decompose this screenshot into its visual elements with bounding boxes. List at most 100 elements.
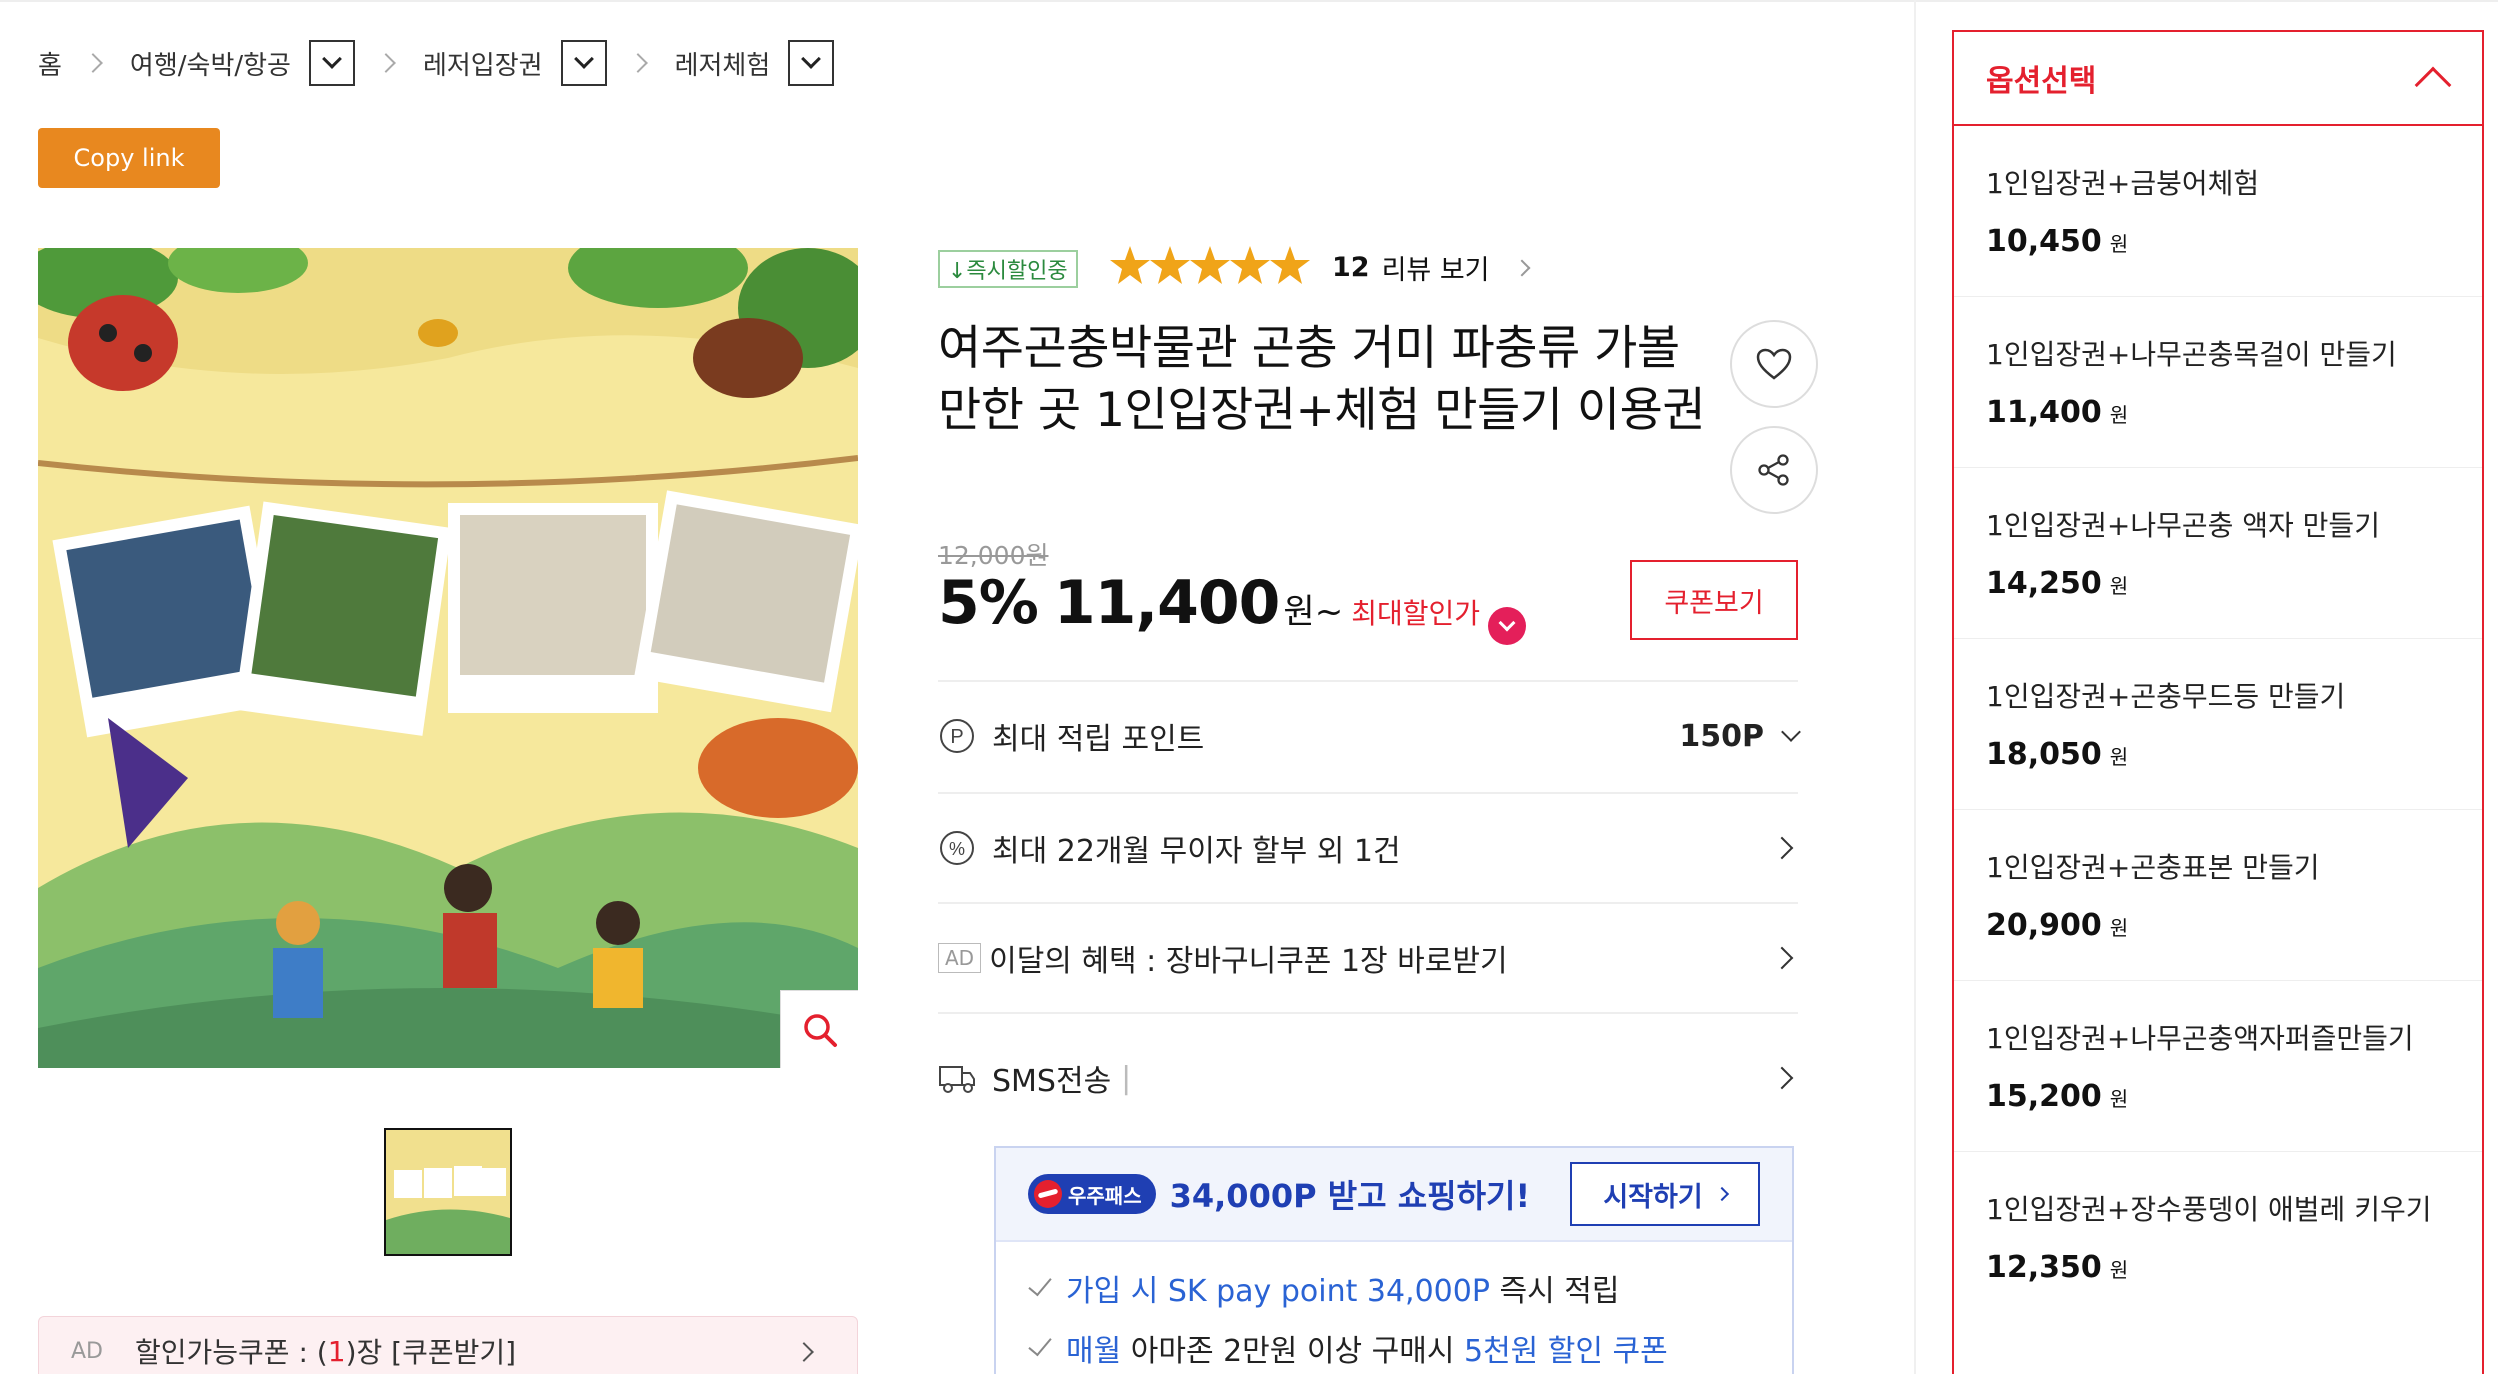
pass-benefit-1: 가입 시 SK pay point 34,000P 즉시 적립 [1026,1262,1792,1322]
monthly-benefit-row[interactable]: AD 이달의 혜택 : 장바구니쿠폰 1장 바로받기 [938,902,1798,1012]
option-price: 11,400 [1986,395,2102,430]
max-discount-toggle-icon[interactable] [1488,607,1527,645]
sms-row[interactable]: SMS전송 | [938,1012,1798,1142]
sms-label: SMS전송 [992,1064,1112,1099]
svg-text:%: % [949,839,965,859]
option-price: 20,900 [1986,908,2102,943]
pass-start-button[interactable]: 시작하기 [1570,1162,1760,1226]
pass-logo-icon [1034,1180,1062,1208]
sms-separator: | [1121,1060,1132,1096]
coupon-available-bar[interactable]: AD 할인가능쿠폰 : (1)장 [쿠폰받기] [38,1316,858,1374]
heart-icon [1756,348,1792,380]
share-button[interactable] [1730,426,1818,514]
ad-label: AD [71,1338,103,1364]
chevron-right-icon [1770,836,1794,860]
option-price-unit: 원 [2109,1258,2129,1282]
chevron-down-icon [801,49,822,69]
coupon-prefix: 할인가능쿠폰 : ( [135,1336,328,1369]
option-price: 10,450 [1986,224,2102,259]
pass-benefit-2-mid: 아마존 2만원 이상 구매시 [1121,1334,1464,1369]
point-icon: P [938,717,976,755]
option-price: 14,250 [1986,566,2102,601]
option-item[interactable]: 1인입장권+장수풍뎅이 애벌레 키우기 12,350 원 [1954,1152,2482,1323]
option-price-unit: 원 [2109,916,2129,940]
column-divider [1914,0,1916,1374]
option-item[interactable]: 1인입장권+나무곤충목걸이 만들기 11,400 원 [1954,297,2482,468]
installment-arrow [1770,836,1798,860]
chevron-up-icon [2414,66,2452,104]
option-name: 1인입장권+나무곤충목걸이 만들기 [1986,338,2397,371]
option-select-header[interactable]: 옵션선택 [1954,32,2482,126]
option-price-row: 14,250 원 [1986,566,2482,601]
review-label: 리뷰 보기 [1381,255,1490,286]
breadcrumb-home[interactable]: 홈 [38,45,62,82]
option-item[interactable]: 1인입장권+나무곤충액자퍼즐만들기 15,200 원 [1954,981,2482,1152]
chevron-right-icon [794,1342,814,1362]
zoom-button[interactable] [780,990,858,1068]
option-item[interactable]: 1인입장권+나무곤충 액자 만들기 14,250 원 [1954,468,2482,639]
review-link[interactable]: 12 리뷰 보기 [1332,248,1531,287]
installment-row[interactable]: % 최대 22개월 무이자 할부 외 1건 [938,792,1798,902]
original-price: 12,000원 [938,541,1049,570]
option-price: 15,200 [1986,1079,2102,1114]
option-price: 12,350 [1986,1250,2102,1285]
breadcrumb-category-1[interactable]: 여행/숙박/항공 [130,45,291,82]
product-main-image[interactable] [38,248,858,1068]
percent-icon: % [938,829,976,867]
pass-title: 34,000P 받고 쇼핑하기! [1169,1177,1531,1215]
check-icon [1028,1271,1052,1297]
option-name: 1인입장권+장수풍뎅이 애벌레 키우기 [1986,1193,2432,1226]
option-name: 1인입장권+금붕어체험 [1986,167,2260,200]
points-label: 최대 적립 포인트 [992,722,1205,757]
svg-text:P: P [950,726,963,748]
copy-link-button[interactable]: Copy link [38,128,220,188]
chevron-down-icon [1781,722,1801,742]
coupon-suffix: )장 [쿠폰받기] [345,1336,517,1369]
breadcrumb-category-2[interactable]: 레저입장권 [423,45,543,82]
points-row[interactable]: P 최대 적립 포인트 150P [938,680,1801,790]
pass-header: 우주패스 34,000P 받고 쇼핑하기! 시작하기 [996,1148,1792,1242]
product-thumbnail[interactable] [384,1128,512,1256]
discount-rate: 5% [938,568,1039,638]
ad-label: AD [938,943,982,973]
pass-benefit-2: 매월 아마존 2만원 이상 구매시 5천원 할인 쿠폰 [1026,1322,1792,1374]
option-item[interactable]: 1인입장권+금붕어체험 10,450 원 [1954,126,2482,297]
option-item[interactable]: 1인입장권+곤충표본 만들기 20,900 원 [1954,810,2482,981]
option-select-panel: 옵션선택 1인입장권+금붕어체험 10,450 원 1인입장권+나무곤충목걸이 만… [1952,30,2484,1374]
option-price-row: 20,900 원 [1986,908,2482,943]
pass-benefit-2-highlight-2: 5천원 할인 쿠폰 [1463,1334,1668,1369]
chevron-right-icon [1513,259,1531,276]
category-2-dropdown-button[interactable] [560,40,607,86]
pass-badge-label: 우주패스 [1068,1183,1142,1208]
pass-badge: 우주패스 [1028,1174,1156,1214]
option-price-row: 18,050 원 [1986,737,2482,772]
option-price-row: 12,350 원 [1986,1250,2482,1285]
star-icons [1110,246,1310,284]
breadcrumb-category-3[interactable]: 레저체험 [675,45,771,82]
pass-benefit-2-highlight-1: 매월 [1066,1334,1122,1369]
rating-stars [1110,244,1310,288]
pass-benefit-1-rest: 즉시 적립 [1489,1274,1620,1309]
chevron-down-icon [573,49,594,69]
review-count: 12 [1332,252,1370,283]
chevron-right-icon [627,53,648,73]
chevron-right-icon [376,53,396,73]
pass-benefit-1-highlight: 가입 시 SK pay point 34,000P [1066,1274,1490,1309]
sale-price: 11,400 [1053,568,1281,638]
option-name: 1인입장권+나무곤충 액자 만들기 [1986,509,2380,542]
max-discount-label[interactable]: 최대할인가 [1351,592,1480,632]
wishlist-button[interactable] [1730,320,1818,408]
product-title: 여주곤충박물관 곤충 거미 파충류 가볼만한 곳 1인입장권+체험 만들기 이용… [938,321,1706,438]
breadcrumb: 홈 여행/숙박/항공 레저입장권 레저체험 [38,38,835,88]
category-1-dropdown-button[interactable] [308,40,355,86]
monthly-benefit-label: 이달의 혜택 : 장바구니쿠폰 1장 바로받기 [989,944,1508,979]
pass-benefit-list: 가입 시 SK pay point 34,000P 즉시 적립 매월 아마존 2… [996,1242,1792,1374]
option-select-title: 옵션선택 [1986,64,2097,99]
category-3-dropdown-button[interactable] [788,40,835,86]
coupon-view-button[interactable]: 쿠폰보기 [1630,560,1798,640]
option-price-unit: 원 [2109,745,2129,769]
check-icon [1028,1331,1052,1357]
chevron-right-icon [1770,1066,1794,1090]
top-border [0,0,2498,2]
option-item[interactable]: 1인입장권+곤충무드등 만들기 18,050 원 [1954,639,2482,810]
